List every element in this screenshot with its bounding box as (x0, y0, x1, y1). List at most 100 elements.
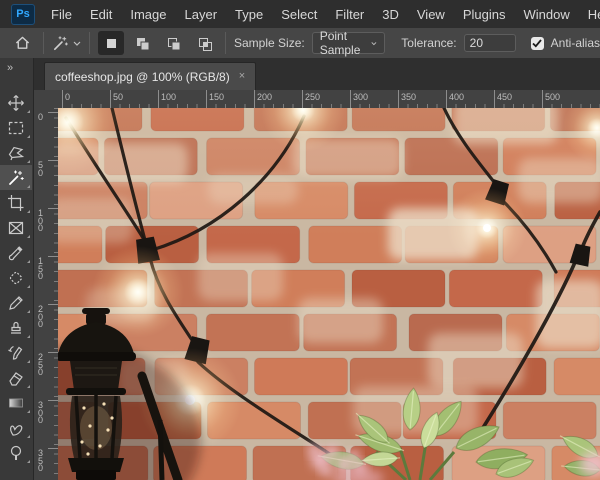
chevron-down-icon (371, 41, 377, 46)
ruler-tick (158, 90, 159, 108)
clone-stamp-icon (7, 319, 25, 337)
tool-flyout-indicator (27, 135, 30, 138)
ruler-label: 200 (257, 92, 272, 102)
tool-flyout-indicator (27, 210, 30, 213)
history-brush-icon (7, 344, 25, 362)
ruler-label: 100 (161, 92, 176, 102)
menu-select[interactable]: Select (272, 1, 326, 28)
menu-help[interactable]: Help (579, 1, 600, 28)
menu-window[interactable]: Window (514, 1, 578, 28)
ruler-label: 300 (38, 402, 45, 425)
tool-flyout-indicator (27, 410, 30, 413)
ruler-tick (48, 304, 58, 305)
ruler-label: 50 (113, 92, 123, 102)
panel-collapse-button[interactable]: » (0, 62, 33, 77)
intersect-selection-button[interactable] (191, 31, 217, 55)
menu-type[interactable]: Type (226, 1, 272, 28)
tool-dodge[interactable] (0, 440, 32, 465)
subtract-from-selection-icon (165, 35, 182, 52)
magic-wand-icon (52, 35, 69, 52)
ruler-label: 100 (38, 210, 45, 233)
photo-brick-wall-scene (58, 108, 600, 480)
sample-size-dropdown[interactable]: Point Sample (312, 32, 386, 54)
tool-frame[interactable] (0, 215, 32, 240)
tool-eraser[interactable] (0, 365, 32, 390)
ruler-tick (302, 90, 303, 108)
tool-gradient[interactable] (0, 390, 32, 415)
vertical-ruler[interactable]: 050100150200250300350 (34, 108, 59, 480)
separator (225, 32, 226, 54)
home-button[interactable] (9, 35, 35, 51)
document-canvas[interactable] (58, 108, 600, 480)
menu-view[interactable]: View (408, 1, 454, 28)
intersect-selection-icon (196, 35, 213, 52)
tool-flyout-indicator (27, 160, 30, 163)
tool-flyout-indicator (27, 185, 30, 188)
new-selection-icon (103, 35, 120, 52)
tool-flyout-indicator (27, 235, 30, 238)
document-tab-title: coffeeshop.jpg @ 100% (RGB/8) (55, 70, 230, 84)
tool-pencil[interactable] (0, 290, 32, 315)
horizontal-ruler[interactable]: 050100150200250300350400450500 (58, 90, 600, 109)
menu-3d[interactable]: 3D (373, 1, 408, 28)
menu-bar: Ps FileEditImageLayerTypeSelectFilter3DV… (0, 0, 600, 29)
pencil-icon (7, 294, 25, 312)
menu-image[interactable]: Image (121, 1, 175, 28)
chevron-down-icon (73, 41, 81, 46)
ruler-tick (48, 160, 58, 161)
spot-healing-icon (7, 269, 25, 287)
menu-edit[interactable]: Edit (81, 1, 121, 28)
tool-preset-button[interactable] (52, 35, 81, 52)
ruler-label: 0 (38, 114, 45, 122)
ruler-label: 150 (38, 258, 45, 281)
lasso-icon (7, 144, 25, 162)
photoshop-logo-icon: Ps (11, 4, 35, 25)
new-selection-button[interactable] (98, 31, 124, 55)
tool-eyedropper[interactable] (0, 240, 32, 265)
document-tab[interactable]: coffeeshop.jpg @ 100% (RGB/8) × (44, 62, 256, 90)
tool-list (0, 90, 33, 465)
anti-alias-checkbox[interactable] (531, 37, 544, 50)
ruler-tick (206, 90, 207, 108)
eraser-icon (7, 369, 25, 387)
tool-flyout-indicator (27, 460, 30, 463)
eyedropper-icon (7, 244, 25, 262)
menu-filter[interactable]: Filter (326, 1, 373, 28)
menu-items: FileEditImageLayerTypeSelectFilter3DView… (42, 1, 600, 28)
tool-crop[interactable] (0, 190, 32, 215)
menu-layer[interactable]: Layer (176, 1, 227, 28)
tools-panel: » (0, 58, 34, 480)
ruler-label: 250 (305, 92, 320, 102)
anti-alias-label: Anti-alias (551, 36, 600, 50)
ruler-tick (350, 90, 351, 108)
tool-rectangular-marquee[interactable] (0, 115, 32, 140)
ruler-tick (62, 90, 63, 108)
tool-flyout-indicator (27, 285, 30, 288)
tool-magic-wand[interactable] (0, 165, 32, 190)
ruler-label: 200 (38, 306, 45, 329)
ruler-tick (398, 90, 399, 108)
menu-file[interactable]: File (42, 1, 81, 28)
tool-clone-stamp[interactable] (0, 315, 32, 340)
subtract-from-selection-button[interactable] (160, 31, 186, 55)
tool-history-brush[interactable] (0, 340, 32, 365)
tab-close-icon[interactable]: × (239, 71, 245, 82)
ruler-label: 150 (209, 92, 224, 102)
tool-flyout-indicator (27, 435, 30, 438)
tolerance-input[interactable] (464, 34, 516, 52)
selection-mode-group (98, 31, 217, 55)
options-bar: Sample Size: Point Sample Tolerance: Ant… (0, 28, 600, 59)
tool-move[interactable] (0, 90, 32, 115)
ruler-label: 0 (65, 92, 70, 102)
add-to-selection-button[interactable] (129, 31, 155, 55)
ruler-tick (542, 90, 543, 108)
menu-plugins[interactable]: Plugins (454, 1, 515, 28)
sample-size-value: Point Sample (320, 29, 372, 57)
ruler-label: 50 (38, 162, 45, 177)
tool-flyout-indicator (27, 360, 30, 363)
tool-smudge[interactable] (0, 415, 32, 440)
tool-lasso[interactable] (0, 140, 32, 165)
rectangular-marquee-icon (7, 119, 25, 137)
ruler-tick (48, 400, 58, 401)
tool-spot-healing[interactable] (0, 265, 32, 290)
